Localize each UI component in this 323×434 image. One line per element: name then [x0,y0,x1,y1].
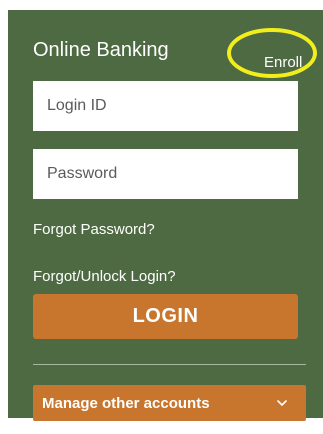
online-banking-panel: Online Banking Enroll Forgot Password? F… [8,10,323,421]
chevron-down-icon [277,400,287,406]
manage-accounts-button[interactable]: Manage other accounts [33,385,306,421]
password-input[interactable] [33,149,298,199]
login-id-input[interactable] [33,81,298,131]
login-button[interactable]: LOGIN [33,294,298,339]
enroll-link[interactable]: Enroll [264,54,302,72]
forgot-unlock-login-link[interactable]: Forgot/Unlock Login? [33,268,176,286]
forgot-password-link[interactable]: Forgot Password? [33,221,155,239]
panel-title: Online Banking [33,39,169,61]
manage-accounts-label: Manage other accounts [42,394,210,412]
divider [33,364,306,365]
